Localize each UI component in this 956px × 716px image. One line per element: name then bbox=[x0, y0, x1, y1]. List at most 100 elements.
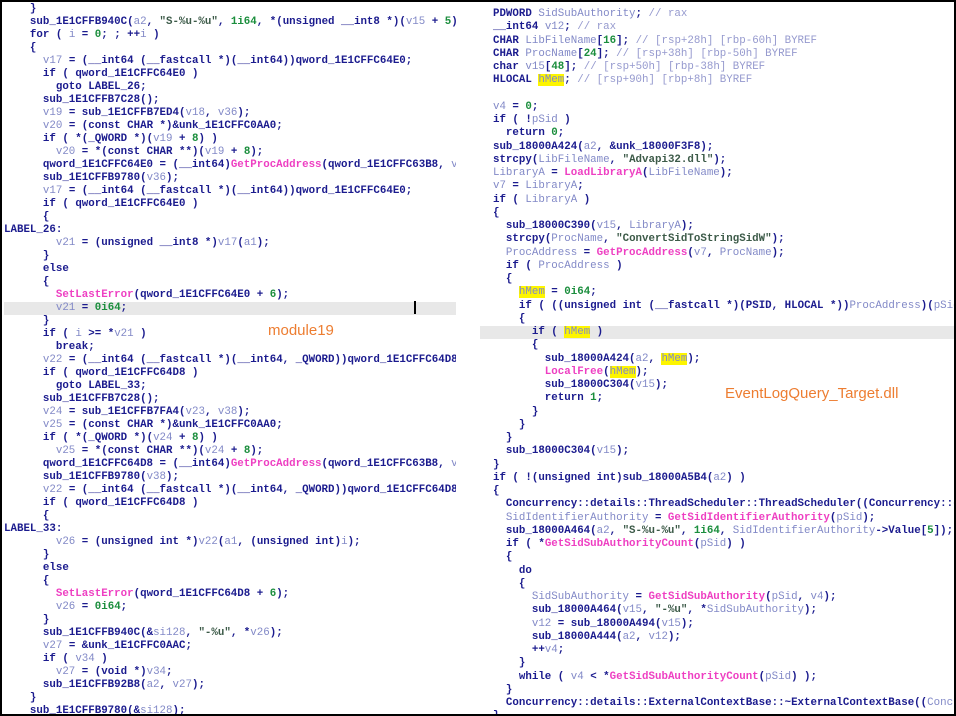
code-line[interactable]: v27 = (void *)v34; bbox=[4, 666, 456, 679]
code-line[interactable]: } bbox=[480, 432, 956, 445]
code-line[interactable]: strcpy(ProcName, "ConvertSidToStringSidW… bbox=[480, 233, 956, 246]
code-line[interactable]: } bbox=[4, 250, 456, 263]
code-line[interactable]: if ( *GetSidSubAuthorityCount(pSid) ) bbox=[480, 538, 956, 551]
code-line[interactable]: if ( i >= *v21 ) bbox=[4, 328, 456, 341]
code-line[interactable]: char v15[48]; // [rsp+50h] [rbp-38h] BYR… bbox=[480, 61, 956, 74]
code-line[interactable]: do bbox=[480, 565, 956, 578]
code-line[interactable]: v27 = &unk_1E1CFFC0AAC; bbox=[4, 640, 456, 653]
code-line[interactable]: sub_1E1CFFB9780(v36); bbox=[4, 172, 456, 185]
code-line[interactable]: SidSubAuthority = GetSidSubAuthority(pSi… bbox=[480, 591, 956, 604]
code-line[interactable]: if ( qword_1E1CFFC64D8 ) bbox=[4, 367, 456, 380]
code-line[interactable]: { bbox=[480, 339, 956, 352]
code-line[interactable]: { bbox=[4, 510, 456, 523]
code-line[interactable]: if ( ((unsigned int (__fastcall *)(PSID,… bbox=[480, 300, 956, 313]
code-line[interactable]: } bbox=[480, 710, 956, 716]
code-line[interactable]: if ( ProcAddress ) bbox=[480, 260, 956, 273]
code-line[interactable]: sub_1E1CFFB7C28(); bbox=[4, 94, 456, 107]
code-line[interactable]: ++v4; bbox=[480, 644, 956, 657]
code-line[interactable]: goto LABEL_33; bbox=[4, 380, 456, 393]
code-line[interactable]: if ( hMem ) bbox=[480, 326, 956, 339]
code-line[interactable]: { bbox=[480, 207, 956, 220]
code-line[interactable]: break; bbox=[4, 341, 456, 354]
code-line[interactable]: sub_1E1CFFB9780(&si128); bbox=[4, 705, 456, 716]
code-line[interactable]: v19 = sub_1E1CFFB7ED4(v18, v36); bbox=[4, 107, 456, 120]
code-line[interactable]: v21 = (unsigned __int8 *)v17(a1); bbox=[4, 237, 456, 250]
code-line[interactable]: for ( i = 0; ; ++i ) bbox=[4, 29, 456, 42]
code-line[interactable]: } bbox=[4, 3, 456, 16]
code-line[interactable]: { bbox=[480, 578, 956, 591]
code-line[interactable]: v17 = (__int64 (__fastcall *)(__int64))q… bbox=[4, 185, 456, 198]
code-line[interactable]: while ( v4 < *GetSidSubAuthorityCount(pS… bbox=[480, 671, 956, 684]
code-line[interactable]: if ( LibraryA ) bbox=[480, 194, 956, 207]
code-line[interactable]: HLOCAL hMem; // [rsp+90h] [rbp+8h] BYREF bbox=[480, 74, 956, 87]
code-line[interactable]: qword_1E1CFFC64E0 = (__int64)GetProcAddr… bbox=[4, 159, 456, 172]
code-line[interactable]: sub_1E1CFFB7C28(); bbox=[4, 393, 456, 406]
code-line[interactable]: sub_18000A424(a2, hMem); bbox=[480, 353, 956, 366]
code-line[interactable]: SetLastError(qword_1E1CFFC64E0 + 6); bbox=[4, 289, 456, 302]
code-line[interactable]: sub_18000A424(a2, &unk_18000F3F8); bbox=[480, 141, 956, 154]
code-line[interactable]: sub_18000C304(v15); bbox=[480, 445, 956, 458]
code-line[interactable]: v22 = (__int64 (__fastcall *)(__int64, _… bbox=[4, 354, 456, 367]
code-line[interactable]: { bbox=[4, 211, 456, 224]
code-line[interactable]: } bbox=[4, 614, 456, 627]
code-line[interactable]: qword_1E1CFFC64D8 = (__int64)GetProcAddr… bbox=[4, 458, 456, 471]
code-line[interactable]: { bbox=[480, 485, 956, 498]
code-line[interactable]: Concurrency::details::ThreadScheduler::T… bbox=[480, 498, 956, 511]
code-line[interactable]: sub_18000C390(v15, LibraryA); bbox=[480, 220, 956, 233]
code-line[interactable]: if ( !(unsigned int)sub_18000A5B4(a2) ) bbox=[480, 472, 956, 485]
code-line[interactable]: v20 = (const CHAR *)&unk_1E1CFFC0AA0; bbox=[4, 120, 456, 133]
pseudocode-panel-right[interactable]: PDWORD SidSubAuthority; // rax __int64 v… bbox=[480, 8, 956, 716]
code-line[interactable]: sub_1E1CFFB9780(v38); bbox=[4, 471, 456, 484]
code-line[interactable]: v25 = (const CHAR *)&unk_1E1CFFC0AA0; bbox=[4, 419, 456, 432]
code-line[interactable]: v12 = sub_18000A494(v15); bbox=[480, 618, 956, 631]
code-line[interactable]: { bbox=[4, 276, 456, 289]
code-line[interactable]: v24 = sub_1E1CFFB7FA4(v23, v38); bbox=[4, 406, 456, 419]
code-line[interactable]: if ( qword_1E1CFFC64E0 ) bbox=[4, 198, 456, 211]
code-line[interactable]: strcpy(LibFileName, "Advapi32.dll"); bbox=[480, 154, 956, 167]
code-line[interactable]: v4 = 0; bbox=[480, 101, 956, 114]
code-line[interactable]: } bbox=[4, 549, 456, 562]
code-line[interactable]: sub_1E1CFFB92B8(a2, v27); bbox=[4, 679, 456, 692]
code-line[interactable]: sub_1E1CFFB940C(a2, "S-%u-%u", 1i64, *(u… bbox=[4, 16, 456, 29]
code-line[interactable]: hMem = 0i64; bbox=[480, 286, 956, 299]
code-line[interactable]: } bbox=[480, 419, 956, 432]
code-line[interactable]: LibraryA = LoadLibraryA(LibFileName); bbox=[480, 167, 956, 180]
code-line[interactable] bbox=[480, 88, 956, 101]
code-line[interactable]: else bbox=[4, 562, 456, 575]
code-line[interactable]: return 0; bbox=[480, 127, 956, 140]
code-line[interactable]: { bbox=[4, 42, 456, 55]
code-line[interactable]: sub_18000A464(a2, "S-%u-%u", 1i64, SidId… bbox=[480, 525, 956, 538]
code-line[interactable]: } bbox=[4, 692, 456, 705]
code-line[interactable]: if ( *(_QWORD *)(v19 + 8) ) bbox=[4, 133, 456, 146]
code-line[interactable]: if ( qword_1E1CFFC64D8 ) bbox=[4, 497, 456, 510]
code-line[interactable]: if ( *(_QWORD *)(v24 + 8) ) bbox=[4, 432, 456, 445]
code-line[interactable]: __int64 v12; // rax bbox=[480, 21, 956, 34]
code-line[interactable]: else bbox=[4, 263, 456, 276]
code-line[interactable]: CHAR LibFileName[16]; // [rsp+28h] [rbp-… bbox=[480, 35, 956, 48]
code-line[interactable]: v22 = (__int64 (__fastcall *)(__int64, _… bbox=[4, 484, 456, 497]
code-line[interactable]: PDWORD SidSubAuthority; // rax bbox=[480, 8, 956, 21]
code-line[interactable]: v26 = 0i64; bbox=[4, 601, 456, 614]
code-line[interactable]: } bbox=[480, 684, 956, 697]
code-line[interactable]: LocalFree(hMem); bbox=[480, 366, 956, 379]
code-line[interactable]: if ( !pSid ) bbox=[480, 114, 956, 127]
code-line[interactable]: } bbox=[480, 459, 956, 472]
code-line[interactable]: goto LABEL_26; bbox=[4, 81, 456, 94]
pseudocode-panel-left[interactable]: } sub_1E1CFFB940C(a2, "S-%u-%u", 1i64, *… bbox=[4, 3, 456, 716]
code-line[interactable]: sub_18000A464(v15, "-%u", *SidSubAuthori… bbox=[480, 604, 956, 617]
code-line[interactable]: SidIdentifierAuthority = GetSidIdentifie… bbox=[480, 512, 956, 525]
code-line[interactable]: v25 = *(const CHAR **)(v24 + 8); bbox=[4, 445, 456, 458]
code-line[interactable]: } bbox=[4, 315, 456, 328]
code-line[interactable]: v21 = 0i64; bbox=[4, 302, 456, 315]
code-line[interactable]: sub_1E1CFFB940C(&si128, "-%u", *v26); bbox=[4, 627, 456, 640]
code-line[interactable]: { bbox=[4, 575, 456, 588]
code-line[interactable]: if ( qword_1E1CFFC64E0 ) bbox=[4, 68, 456, 81]
code-line[interactable]: } bbox=[480, 657, 956, 670]
code-line[interactable]: SetLastError(qword_1E1CFFC64D8 + 6); bbox=[4, 588, 456, 601]
code-line[interactable]: CHAR ProcName[24]; // [rsp+38h] [rbp-50h… bbox=[480, 48, 956, 61]
code-line[interactable]: if ( v34 ) bbox=[4, 653, 456, 666]
code-line[interactable]: ProcAddress = GetProcAddress(v7, ProcNam… bbox=[480, 247, 956, 260]
code-line[interactable]: { bbox=[480, 273, 956, 286]
code-line[interactable]: Concurrency::details::ExternalContextBas… bbox=[480, 697, 956, 710]
code-line[interactable]: sub_18000A444(a2, v12); bbox=[480, 631, 956, 644]
